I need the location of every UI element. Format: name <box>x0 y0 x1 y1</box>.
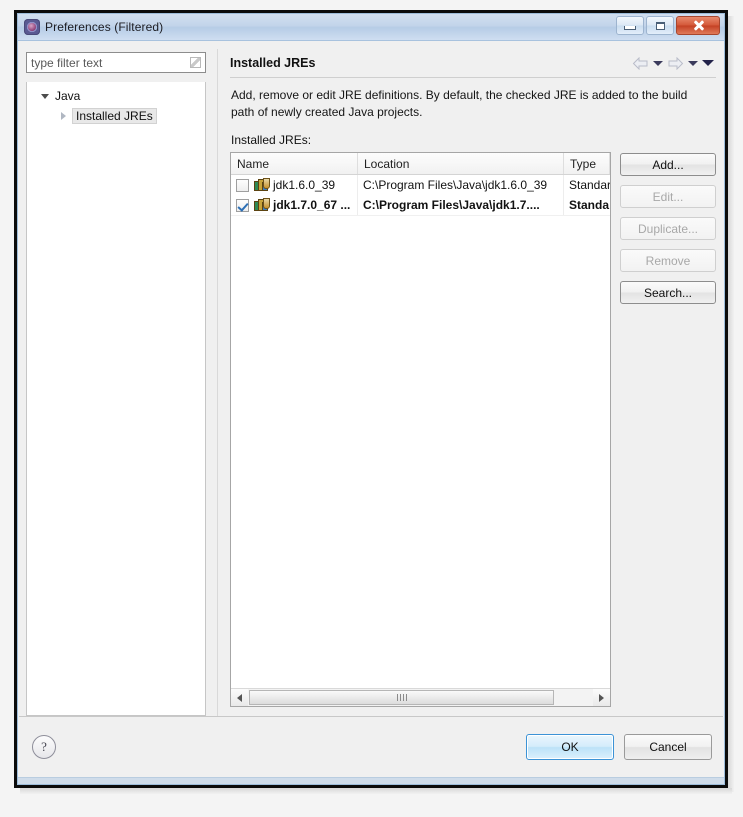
jre-checkbox[interactable] <box>236 198 249 212</box>
jre-library-icon <box>254 198 270 212</box>
close-button[interactable] <box>676 16 720 35</box>
window-shadow-right <box>728 16 734 792</box>
expand-triangle-down-icon[interactable] <box>39 93 51 99</box>
search-input[interactable] <box>31 55 188 70</box>
close-icon <box>693 20 704 31</box>
installed-jres-label: Installed JREs: <box>231 133 312 147</box>
column-header-name[interactable]: Name <box>231 153 358 174</box>
cell-name[interactable]: jdk1.7.0_67 ... <box>231 195 358 215</box>
table-row[interactable]: jdk1.6.0_39 C:\Program Files\Java\jdk1.6… <box>231 175 610 195</box>
preference-page: Installed JREs Add, remove or edit JRE d… <box>217 49 716 716</box>
page-description: Add, remove or edit JRE definitions. By … <box>231 88 688 119</box>
jre-table[interactable]: Name Location Type jdk1.6.0_39 C:\Progra… <box>230 152 611 707</box>
table-body: jdk1.6.0_39 C:\Program Files\Java\jdk1.6… <box>231 175 610 688</box>
cell-type: Standar <box>569 178 610 192</box>
search-button[interactable]: Search... <box>620 281 716 304</box>
jre-library-icon <box>254 178 270 192</box>
table-horizontal-scrollbar[interactable] <box>231 688 610 706</box>
ok-button[interactable]: OK <box>526 734 614 760</box>
scrollbar-grip-icon <box>396 694 407 701</box>
window-title: Preferences (Filtered) <box>45 20 164 34</box>
jre-name-text: jdk1.7.0_67 ... <box>273 198 351 212</box>
window-controls <box>616 16 720 35</box>
sidebar-item-java[interactable]: Java <box>27 86 205 106</box>
sidebar-item-installed-jres[interactable]: Installed JREs <box>27 106 205 126</box>
scroll-right-icon[interactable] <box>593 689 610 706</box>
dialog-bottom-strip <box>18 777 724 784</box>
title-bar: Preferences (Filtered) <box>18 14 724 41</box>
dialog-footer: ? OK Cancel <box>18 717 724 777</box>
dialog-content: Java Installed JREs Installed JREs <box>18 41 724 716</box>
footer-buttons: OK Cancel <box>526 734 712 760</box>
remove-button: Remove <box>620 249 716 272</box>
cancel-button[interactable]: Cancel <box>624 734 712 760</box>
filter-box[interactable] <box>26 52 206 73</box>
column-header-type[interactable]: Type <box>564 153 610 174</box>
edit-button: Edit... <box>620 185 716 208</box>
sidebar-item-label: Java <box>55 89 81 103</box>
minimize-icon <box>624 25 636 30</box>
add-button[interactable]: Add... <box>620 153 716 176</box>
page-title: Installed JREs <box>230 56 316 70</box>
cell-name[interactable]: jdk1.6.0_39 <box>231 175 358 195</box>
scrollbar-track[interactable] <box>248 689 593 706</box>
back-dropdown-icon[interactable] <box>653 60 663 66</box>
preferences-gear-icon <box>24 19 40 35</box>
table-and-buttons: Name Location Type jdk1.6.0_39 C:\Progra… <box>230 152 716 716</box>
table-header-row: Name Location Type <box>231 153 610 175</box>
cell-location: C:\Program Files\Java\jdk1.7.... <box>358 195 564 215</box>
window-shadow-bottom <box>20 788 732 794</box>
clear-filter-icon[interactable] <box>188 55 203 70</box>
scrollbar-thumb[interactable] <box>249 690 554 705</box>
help-icon[interactable]: ? <box>32 735 56 759</box>
maximize-button[interactable] <box>646 16 674 35</box>
page-header: Installed JREs <box>230 49 716 78</box>
maximize-icon <box>655 21 665 30</box>
duplicate-button: Duplicate... <box>620 217 716 240</box>
expand-triangle-right-icon[interactable] <box>57 112 69 120</box>
page-nav-toolbar <box>632 56 714 70</box>
screenshot-root: Preferences (Filtered) type filter text … <box>0 0 743 817</box>
column-header-location[interactable]: Location <box>358 153 564 174</box>
table-row[interactable]: jdk1.7.0_67 ... C:\Program Files\Java\jd… <box>231 195 610 215</box>
cell-location: C:\Program Files\Java\jdk1.6.0_39 <box>358 175 564 195</box>
jre-name-text: jdk1.6.0_39 <box>273 178 336 192</box>
forward-dropdown-icon[interactable] <box>688 60 698 66</box>
back-arrow-icon[interactable] <box>632 56 649 70</box>
empty-row <box>231 215 610 236</box>
view-menu-icon[interactable] <box>702 60 714 66</box>
preferences-tree[interactable]: Java Installed JREs <box>26 82 206 716</box>
minimize-button[interactable] <box>616 16 644 35</box>
dialog-body: Java Installed JREs Installed JREs <box>18 41 724 784</box>
cell-type: Standa <box>569 198 610 212</box>
jre-checkbox[interactable] <box>236 178 249 192</box>
scroll-left-icon[interactable] <box>231 689 248 706</box>
forward-arrow-icon[interactable] <box>667 56 684 70</box>
preferences-sidebar: Java Installed JREs <box>26 49 206 716</box>
preferences-dialog: Preferences (Filtered) type filter text … <box>17 13 725 785</box>
sidebar-item-label: Installed JREs <box>72 108 157 124</box>
jre-action-buttons: Add... Edit... Duplicate... Remove Searc… <box>620 152 716 707</box>
